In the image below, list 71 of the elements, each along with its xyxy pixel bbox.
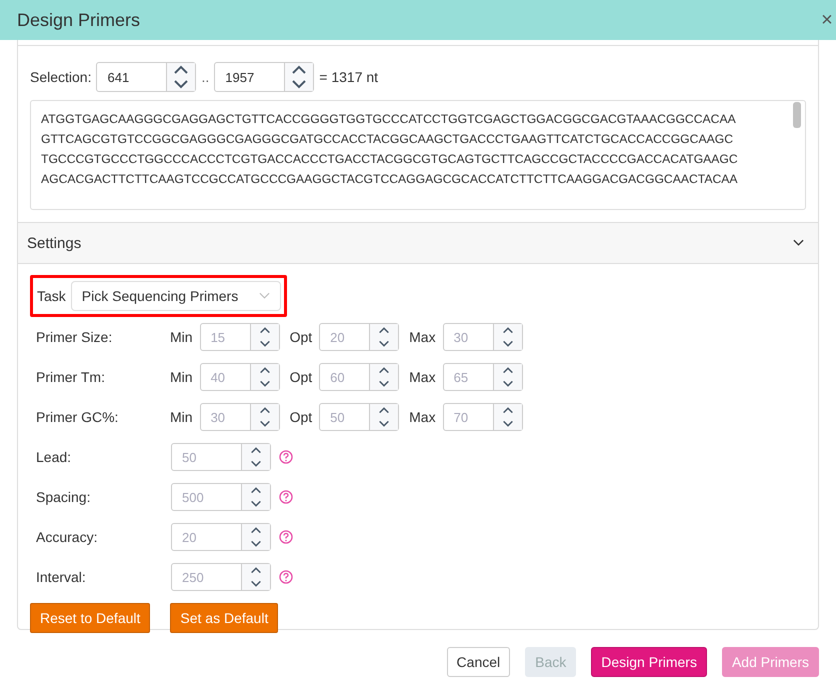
field-value: 50 <box>329 408 346 426</box>
number-field[interactable]: 60 <box>319 363 400 391</box>
row-label: Accuracy: <box>36 529 98 545</box>
help-icon[interactable] <box>279 450 293 464</box>
number-field[interactable]: 40 <box>200 363 280 391</box>
field-label: Min <box>170 329 193 345</box>
field-value: 70 <box>452 408 470 426</box>
selection-length: = 1317 nt <box>319 69 378 85</box>
sequence-text-area[interactable] <box>30 100 806 210</box>
number-field[interactable]: 50 <box>171 443 271 471</box>
number-field[interactable]: 30 <box>200 403 280 431</box>
chevron-icon[interactable] <box>793 239 804 247</box>
end-field[interactable]: 1957 <box>214 62 314 92</box>
field-value: 20 <box>329 328 346 346</box>
selection-label: Selection: <box>30 69 92 85</box>
field-value: 15 <box>210 328 226 346</box>
footer-button[interactable]: Cancel <box>446 647 510 677</box>
field-value: 60 <box>329 368 346 386</box>
field-value: 250 <box>181 568 205 586</box>
number-field[interactable]: 70 <box>442 403 523 431</box>
field-label: Max <box>409 409 436 425</box>
task-dropdown[interactable]: Pick Sequencing Primers <box>70 281 281 311</box>
field-label: Opt <box>290 409 312 425</box>
range-separator: .. <box>201 69 210 85</box>
field-label: Opt <box>290 369 312 385</box>
number-field[interactable]: 20 <box>171 523 271 551</box>
field-value: 30 <box>210 408 226 426</box>
field-value: 20 <box>181 528 198 546</box>
settings-button[interactable]: Set as Default <box>170 603 278 633</box>
help-icon[interactable] <box>279 530 293 544</box>
number-field[interactable]: 50 <box>319 403 400 431</box>
help-icon[interactable] <box>279 570 293 584</box>
field-label: Min <box>170 409 193 425</box>
field-value: 40 <box>210 368 226 386</box>
start-field[interactable]: 641 <box>96 62 196 92</box>
window-title: Design Primers <box>17 10 140 30</box>
caret-icon <box>258 292 270 300</box>
row-label: Primer GC%: <box>36 409 120 425</box>
number-field[interactable]: 20 <box>319 323 400 351</box>
field-label: Max <box>409 329 436 345</box>
number-field[interactable]: 500 <box>171 483 271 511</box>
number-field[interactable]: 30 <box>442 323 523 351</box>
row-label: Spacing: <box>36 489 92 505</box>
field-label: Opt <box>290 329 312 345</box>
sequence-line: ATGGTGAGCAAGGGCGAGGAGCTGTTCACCGGGGTGGTGCCCATCCTGGTCGAGCTGGACGGCGACGTAAACGGCCACAA <box>41 111 737 128</box>
number-field[interactable]: 65 <box>442 363 523 391</box>
sequence-line: AGCACGACTTCTTCAAGTCCGCCATGCCCGAAGGCTACGTCCAGGAGCGCACCATCTTCTTCAAGGACGACGGCAACTACAA <box>41 171 739 188</box>
task-label: Task <box>37 288 66 304</box>
field-value: 50 <box>181 448 198 466</box>
number-field[interactable]: 15 <box>200 323 280 351</box>
row-label: Primer Tm: <box>36 369 106 385</box>
settings-title: Settings <box>27 234 82 252</box>
sequence-line: GTTCAGCGTGTCCGGCGAGGGCGAGGGCGATGCCACCTACGGCAAGCTGACCCTGAAGTTCATCTGCACCACCGGCAAGC <box>41 131 734 148</box>
row-label: Interval: <box>36 569 87 585</box>
help-icon[interactable] <box>279 490 293 504</box>
row-label: Primer Size: <box>36 329 114 345</box>
field-value: 641 <box>106 68 130 86</box>
row-label: Lead: <box>36 449 72 465</box>
close-button[interactable]: × <box>818 8 836 32</box>
field-label: Max <box>409 369 436 385</box>
field-value: 500 <box>181 488 205 506</box>
settings-header[interactable]: Settings <box>18 222 818 264</box>
number-field[interactable]: 250 <box>171 563 271 591</box>
field-value: 30 <box>452 328 470 346</box>
field-label: Min <box>170 369 193 385</box>
sequence-line: TGCCCGTGCCCTGGCCCACCCTCGTGACCACCCTGACCTACGGCGTGCAGTGCTTCAGCCGCTACCCCGACCACATGAAGC <box>41 151 739 168</box>
field-value: 65 <box>452 368 470 386</box>
field-value: 1957 <box>224 68 256 86</box>
footer-button[interactable]: Design Primers <box>591 647 707 677</box>
scrollbar-thumb[interactable] <box>793 102 801 128</box>
settings-button[interactable]: Reset to Default <box>30 603 150 633</box>
